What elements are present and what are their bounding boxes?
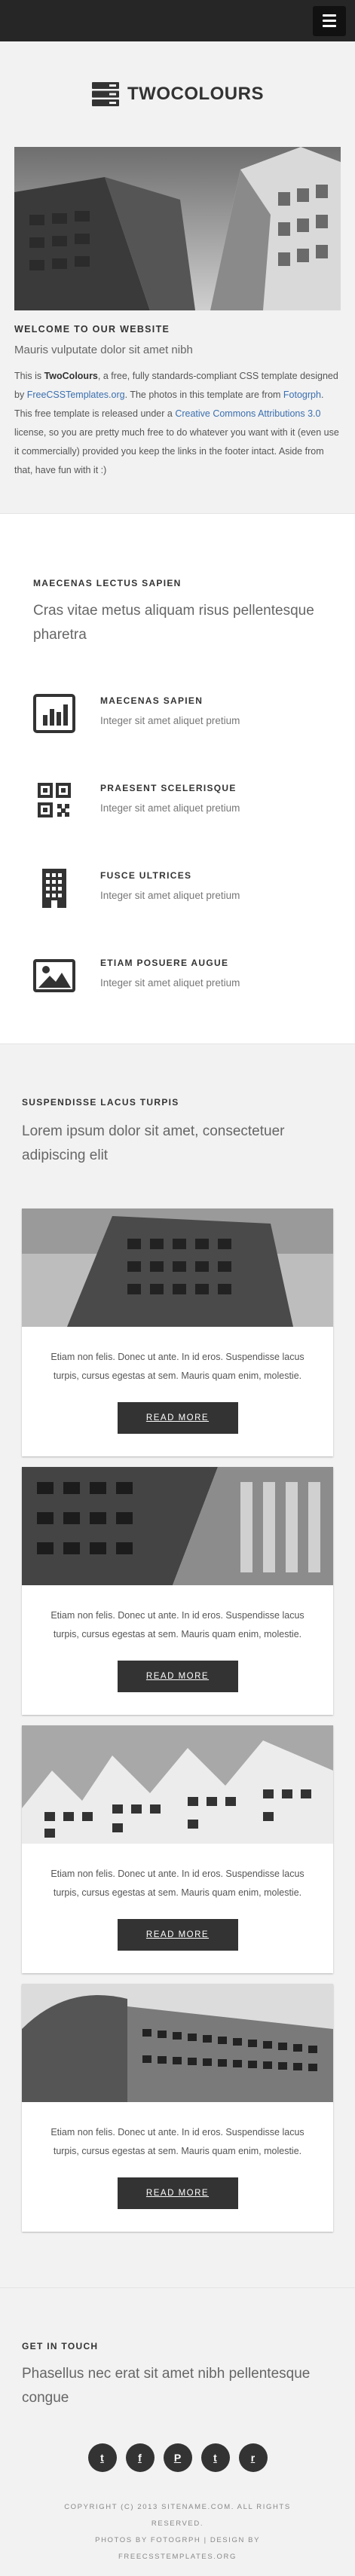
card-image[interactable]	[22, 1725, 333, 1844]
feature-item: Etiam posuere augue Integer sit amet ali…	[33, 955, 322, 997]
feature-desc: Integer sit amet aliquet pretium	[100, 977, 240, 989]
welcome-heading: Welcome to our website	[14, 324, 170, 335]
rss-icon[interactable]: r	[238, 2443, 268, 2472]
portfolio-card: Etiam non felis. Donec ut ante. In id er…	[22, 1984, 333, 2232]
logo[interactable]: TWOCOLOURS	[91, 80, 264, 108]
hamburger-icon[interactable]	[313, 5, 346, 36]
feature-title: Praesent scelerisque	[100, 783, 237, 793]
facebook-icon[interactable]: f	[125, 2443, 155, 2472]
card-text: Etiam non felis. Donec ut ante. In id er…	[50, 1352, 305, 1381]
features-heading: Maecenas lectus sapien	[33, 578, 182, 588]
social-links: t f P t r	[22, 2443, 333, 2472]
feature-desc: Integer sit amet aliquet pretium	[100, 802, 240, 814]
tumblr-icon[interactable]: t	[200, 2443, 230, 2472]
card-text: Etiam non felis. Donec ut ante. In id er…	[50, 1610, 305, 1639]
feature-desc: Integer sit amet aliquet pretium	[100, 715, 240, 726]
freecsstemplates-footer-link[interactable]: FreeCSSTemplates.org	[118, 2553, 237, 2561]
top-bar	[0, 0, 355, 41]
bar-chart-icon	[33, 694, 75, 733]
site-title: TWOCOLOURS	[127, 84, 264, 104]
contact-heading: Get in touch	[22, 2341, 99, 2351]
read-more-button[interactable]: Read More	[117, 1402, 238, 1434]
brand-name: TwoColours	[44, 371, 98, 381]
welcome-section: Welcome to our website Mauris vulputate …	[0, 147, 355, 513]
features-section: Maecenas lectus sapien Cras vitae metus …	[0, 513, 355, 1044]
portfolio-card: Etiam non felis. Donec ut ante. In id er…	[22, 1725, 333, 1973]
card-text: Etiam non felis. Donec ut ante. In id er…	[50, 2127, 305, 2156]
card-text: Etiam non felis. Donec ut ante. In id er…	[50, 1869, 305, 1898]
feature-item: Maecenas sapien Integer sit amet aliquet…	[33, 692, 322, 735]
card-image[interactable]	[22, 1209, 333, 1327]
feature-title: Fusce ultrices	[100, 870, 192, 881]
welcome-body: This is TwoColours, a free, fully standa…	[14, 371, 339, 475]
creative-commons-link[interactable]: Creative Commons Attributions 3.0	[175, 408, 320, 419]
portfolio-card: Etiam non felis. Donec ut ante. In id er…	[22, 1209, 333, 1456]
card-image[interactable]	[22, 1467, 333, 1585]
features-subtitle: Cras vitae metus aliquam risus pellentes…	[33, 603, 314, 643]
twitter-icon[interactable]: t	[87, 2443, 117, 2472]
feature-item: Fusce ultrices Integer sit amet aliquet …	[33, 867, 322, 909]
read-more-button[interactable]: Read More	[117, 1661, 238, 1692]
pinterest-icon[interactable]: P	[163, 2443, 192, 2472]
welcome-subtitle: Mauris vulputate dolor sit amet nibh	[14, 344, 193, 356]
portfolio-card: Etiam non felis. Donec ut ante. In id er…	[22, 1467, 333, 1715]
fotogrph-link[interactable]: Fotogrph	[283, 390, 321, 400]
footer-copyright: Copyright (c) 2013 sitename.com. All rig…	[64, 2503, 291, 2561]
picture-icon	[33, 959, 75, 992]
contact-section: Get in touch Phasellus nec erat sit amet…	[0, 2287, 355, 2576]
read-more-button[interactable]: Read More	[117, 2177, 238, 2209]
portfolio-section: Suspendisse lacus turpis Lorem ipsum dol…	[0, 1044, 355, 2287]
qr-code-icon	[38, 783, 71, 817]
logo-section: TWOCOLOURS	[0, 41, 355, 147]
portfolio-subtitle: Lorem ipsum dolor sit amet, consectetuer…	[22, 1123, 285, 1163]
fotogrph-footer-link[interactable]: Fotogrph	[151, 2536, 200, 2544]
feature-desc: Integer sit amet aliquet pretium	[100, 890, 240, 901]
read-more-button[interactable]: Read More	[117, 1919, 238, 1951]
building-icon	[42, 869, 66, 908]
feature-title: Etiam posuere augue	[100, 958, 229, 968]
feature-item: Praesent scelerisque Integer sit amet al…	[33, 780, 322, 822]
hero-image	[14, 147, 341, 310]
server-stack-icon	[92, 82, 119, 106]
contact-subtitle: Phasellus nec erat sit amet nibh pellent…	[22, 2366, 311, 2406]
portfolio-cards: Etiam non felis. Donec ut ante. In id er…	[22, 1209, 333, 2232]
portfolio-heading: Suspendisse lacus turpis	[22, 1097, 179, 1108]
freecsstemplates-link[interactable]: FreeCSSTemplates.org	[27, 390, 125, 400]
feature-title: Maecenas sapien	[100, 695, 204, 706]
card-image[interactable]	[22, 1984, 333, 2102]
